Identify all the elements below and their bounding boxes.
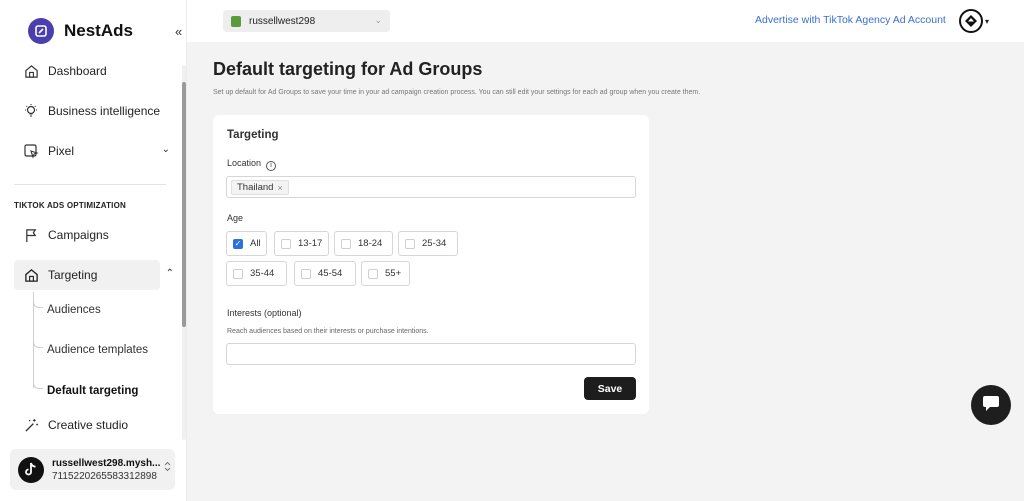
targeting-card: Targeting Location i Thailand × Age ✓ All… [213,115,649,414]
sidebar-divider [14,184,166,185]
store-name: russellwest298 [249,15,316,27]
sidebar-item-label: Pixel [48,144,75,158]
sidebar-subitem-audience-templates[interactable]: Audience templates [47,344,148,356]
checkbox-icon [368,268,378,279]
interests-label: Interests (optional) [227,308,302,318]
submenu-connector [33,340,43,348]
home-icon [22,62,40,80]
sidebar: NestAds « Dashboard Business intelligenc… [0,0,187,501]
lightbulb-icon [22,102,40,120]
brand-name: NestAds [64,21,133,40]
chevron-up-icon: ⌃ [165,268,174,279]
top-bar: russellwest298 ⌄ Advertise with TikTok A… [187,0,1024,42]
account-toggle-icon [164,461,171,474]
store-selector[interactable]: russellwest298 ⌄ [223,10,390,32]
save-button[interactable]: Save [584,377,636,400]
cursor-icon [22,142,40,160]
checkbox-icon [341,238,351,249]
account-name: russellwest298.mysh... [52,457,161,469]
age-option-label: 35-44 [250,268,275,279]
chevron-down-icon: ⌄ [161,144,170,155]
age-option-45-54[interactable]: 45-54 [294,261,356,286]
checkbox-checked-icon: ✓ [233,238,243,249]
sidebar-item-dashboard[interactable]: Dashboard [14,56,174,86]
magic-wand-icon [22,416,40,434]
age-option-18-24[interactable]: 18-24 [334,231,393,256]
sidebar-item-label: Campaigns [48,228,109,242]
age-option-55-plus[interactable]: 55+ [361,261,410,286]
checkbox-icon [405,238,415,249]
age-option-label: 55+ [385,268,402,279]
collapse-sidebar-icon[interactable]: « [175,24,182,39]
age-option-label: 25-34 [422,238,447,249]
interests-help-text: Reach audiences based on their interests… [227,328,429,335]
submenu-connector [33,381,43,389]
sidebar-subitem-audiences[interactable]: Audiences [47,304,101,316]
sidebar-item-targeting[interactable]: Targeting ⌃ [14,260,174,290]
checkbox-icon [281,238,291,249]
sidebar-scrollbar-thumb[interactable] [182,82,186,327]
tiktok-logo-icon [18,456,44,483]
sidebar-item-campaigns[interactable]: Campaigns [14,220,174,250]
age-label: Age [227,213,244,223]
user-avatar-icon [959,9,983,33]
sidebar-item-label: Creative studio [48,418,129,432]
age-option-35-44[interactable]: 35-44 [226,261,287,286]
submenu-connector [33,300,43,308]
age-option-all[interactable]: ✓ All [226,231,267,256]
sidebar-item-label: Targeting [48,268,98,282]
chevron-down-icon: ⌄ [374,15,382,25]
sidebar-subitem-default-targeting[interactable]: Default targeting [47,385,138,397]
checkbox-icon [301,268,311,279]
advertise-agency-link[interactable]: Advertise with TikTok Agency Ad Account [755,14,946,26]
location-tag: Thailand × [231,180,289,195]
sidebar-item-label: Business intelligence [48,104,161,118]
home-icon [22,266,40,284]
account-switcher[interactable]: russellwest298.mysh... 71152202655833128… [10,449,175,490]
sidebar-section-label: TIKTOK ADS OPTIMIZATION [14,201,127,210]
nestads-logo-icon [28,18,54,44]
interests-input[interactable] [226,343,636,365]
age-option-label: 13-17 [298,238,323,249]
age-option-label: 45-54 [318,268,343,279]
sidebar-item-creative-studio[interactable]: Creative studio [14,410,174,440]
page-title: Default targeting for Ad Groups [213,59,483,79]
chat-button[interactable] [971,385,1011,425]
age-option-13-17[interactable]: 13-17 [274,231,329,256]
info-icon[interactable]: i [266,160,277,171]
age-option-25-34[interactable]: 25-34 [398,231,458,256]
user-menu[interactable]: ▾ [959,9,989,33]
remove-tag-icon[interactable]: × [277,183,282,193]
sidebar-item-pixel[interactable]: Pixel ⌄ [14,136,174,166]
age-option-label: 18-24 [358,238,383,249]
location-field[interactable]: Thailand × [226,176,636,198]
brand[interactable]: NestAds [28,18,133,44]
flag-icon [22,226,40,244]
sidebar-item-business-intelligence[interactable]: Business intelligence [14,96,174,126]
account-id: 7115220265583312898 [52,470,157,482]
chat-bubble-icon [981,395,1001,416]
age-option-label: All [250,238,261,249]
location-label: Location i [227,158,277,171]
sidebar-item-label: Dashboard [48,64,107,78]
checkbox-icon [233,268,243,279]
caret-down-icon: ▾ [985,16,990,26]
page-subtitle: Set up default for Ad Groups to save you… [213,89,701,96]
location-label-text: Location [227,158,262,168]
shopify-bag-icon [231,15,241,27]
location-tag-label: Thailand [237,182,274,193]
card-title: Targeting [227,129,279,141]
